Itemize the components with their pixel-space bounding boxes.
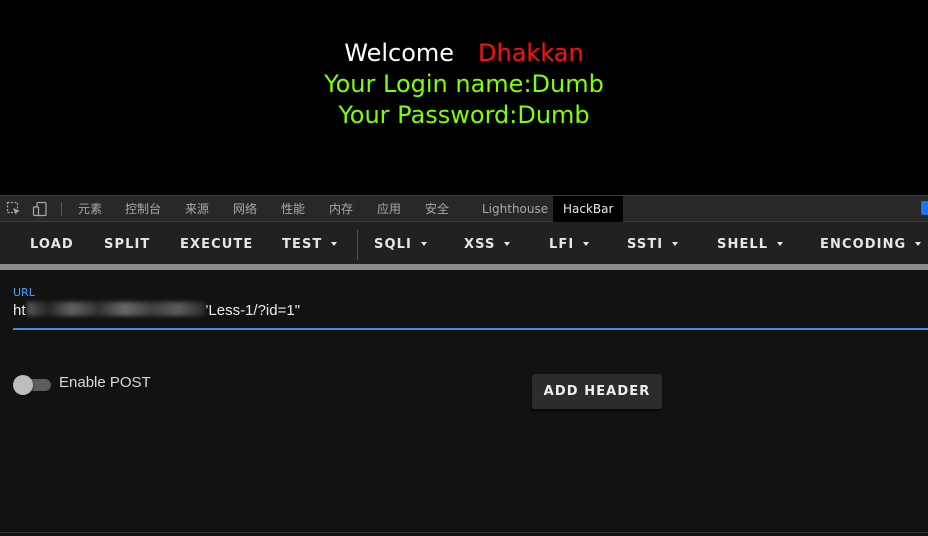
url-input[interactable]: ht 'Less-1/?id=1" <box>13 302 300 319</box>
page-content: Welcome Dhakkan Your Login name:Dumb Your… <box>0 0 928 195</box>
tab-lighthouse[interactable]: Lighthouse <box>482 196 548 222</box>
sqli-menu[interactable]: SQLI <box>374 222 427 264</box>
chevron-down-icon <box>331 242 338 246</box>
ssti-menu-label: SSTI <box>627 237 664 252</box>
username-text: Dhakkan <box>478 39 584 67</box>
shell-menu-label: SHELL <box>717 237 769 252</box>
devtools-badge[interactable] <box>921 201 928 215</box>
tab-security[interactable]: 安全 <box>425 196 449 222</box>
device-toolbar-icon[interactable] <box>32 201 48 217</box>
chevron-down-icon <box>420 242 427 246</box>
ssti-menu[interactable]: SSTI <box>627 222 679 264</box>
execute-button[interactable]: EXECUTE <box>180 222 253 264</box>
url-input-underline <box>13 328 928 330</box>
split-button[interactable]: SPLIT <box>104 222 150 264</box>
chevron-down-icon <box>777 242 784 246</box>
tab-elements[interactable]: 元素 <box>78 196 102 222</box>
hackbar-body: URL ht 'Less-1/?id=1" Enable POST ADD HEA… <box>0 270 928 536</box>
redacted-url-segment <box>26 302 205 316</box>
xss-menu-label: XSS <box>464 237 496 252</box>
sqli-menu-label: SQLI <box>374 237 412 252</box>
tab-console[interactable]: 控制台 <box>125 196 161 222</box>
chevron-down-icon <box>504 242 511 246</box>
test-menu[interactable]: TEST <box>282 222 338 264</box>
chevron-down-icon <box>915 242 922 246</box>
shell-menu[interactable]: SHELL <box>717 222 784 264</box>
devtools-tab-bar: 元素 控制台 来源 网络 性能 内存 应用 安全 Lighthouse Hack… <box>0 195 928 222</box>
chevron-down-icon <box>583 242 590 246</box>
url-prefix: ht <box>13 302 26 319</box>
inspect-element-icon[interactable] <box>6 201 22 217</box>
tab-performance[interactable]: 性能 <box>281 196 305 222</box>
tab-sources[interactable]: 来源 <box>185 196 209 222</box>
tab-application[interactable]: 应用 <box>377 196 401 222</box>
welcome-text: Welcome <box>344 39 455 67</box>
encoding-menu[interactable]: ENCODING <box>820 222 922 264</box>
lfi-menu-label: LFI <box>549 237 575 252</box>
password-line: Your Password:Dumb <box>338 101 590 129</box>
bottom-divider <box>0 532 928 533</box>
test-menu-label: TEST <box>282 237 323 252</box>
add-header-button[interactable]: ADD HEADER <box>532 374 662 409</box>
encoding-menu-label: ENCODING <box>820 237 907 252</box>
welcome-line: Welcome Dhakkan <box>0 38 928 68</box>
xss-menu[interactable]: XSS <box>464 222 511 264</box>
tab-hackbar[interactable]: HackBar <box>553 196 624 222</box>
toggle-knob <box>13 375 33 395</box>
hackbar-menu: LOAD SPLIT EXECUTE TEST SQLI XSS LFI SST… <box>0 222 928 264</box>
tab-network[interactable]: 网络 <box>233 196 257 222</box>
enable-post-label: Enable POST <box>59 374 151 391</box>
lfi-menu[interactable]: LFI <box>549 222 590 264</box>
tab-memory[interactable]: 内存 <box>329 196 353 222</box>
url-suffix: 'Less-1/?id=1" <box>205 302 301 319</box>
menu-divider <box>357 230 358 260</box>
load-button[interactable]: LOAD <box>30 222 74 264</box>
login-name-line: Your Login name:Dumb <box>324 70 604 98</box>
enable-post-toggle[interactable] <box>13 375 51 395</box>
toolbar-divider <box>61 202 62 216</box>
chevron-down-icon <box>672 242 679 246</box>
url-label: URL <box>13 286 35 299</box>
